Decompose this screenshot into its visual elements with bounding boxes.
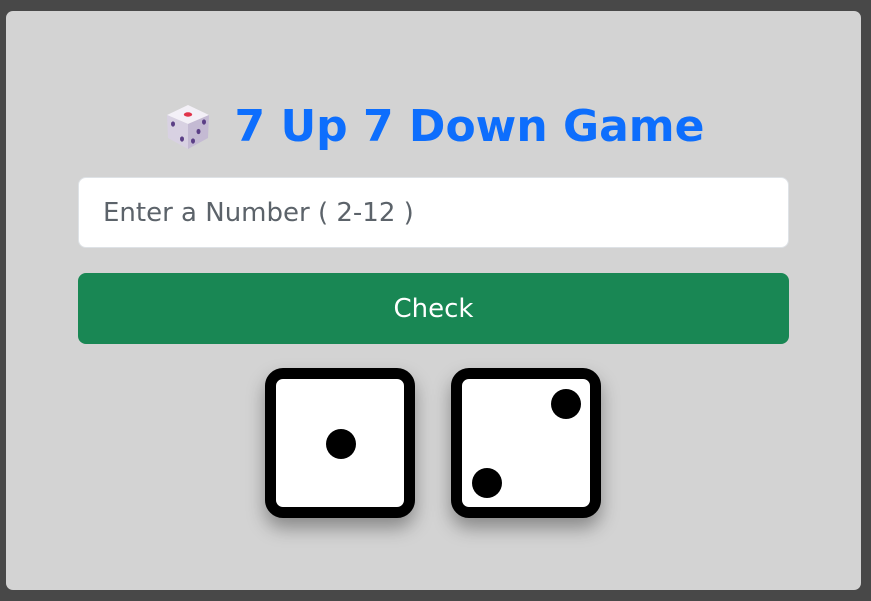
game-die-icon: [166, 105, 209, 149]
page-title: 7 Up 7 Down Game: [6, 97, 861, 157]
die-one: [265, 368, 415, 518]
die-two: [451, 368, 601, 518]
die-pip: [326, 429, 356, 459]
die-pip: [551, 389, 581, 419]
title-text: 7 Up 7 Down Game: [234, 101, 705, 152]
game-card: 7 Up 7 Down Game Check: [6, 11, 861, 590]
die-pip: [472, 468, 502, 498]
number-input[interactable]: [78, 177, 789, 248]
check-button[interactable]: Check: [78, 273, 789, 344]
